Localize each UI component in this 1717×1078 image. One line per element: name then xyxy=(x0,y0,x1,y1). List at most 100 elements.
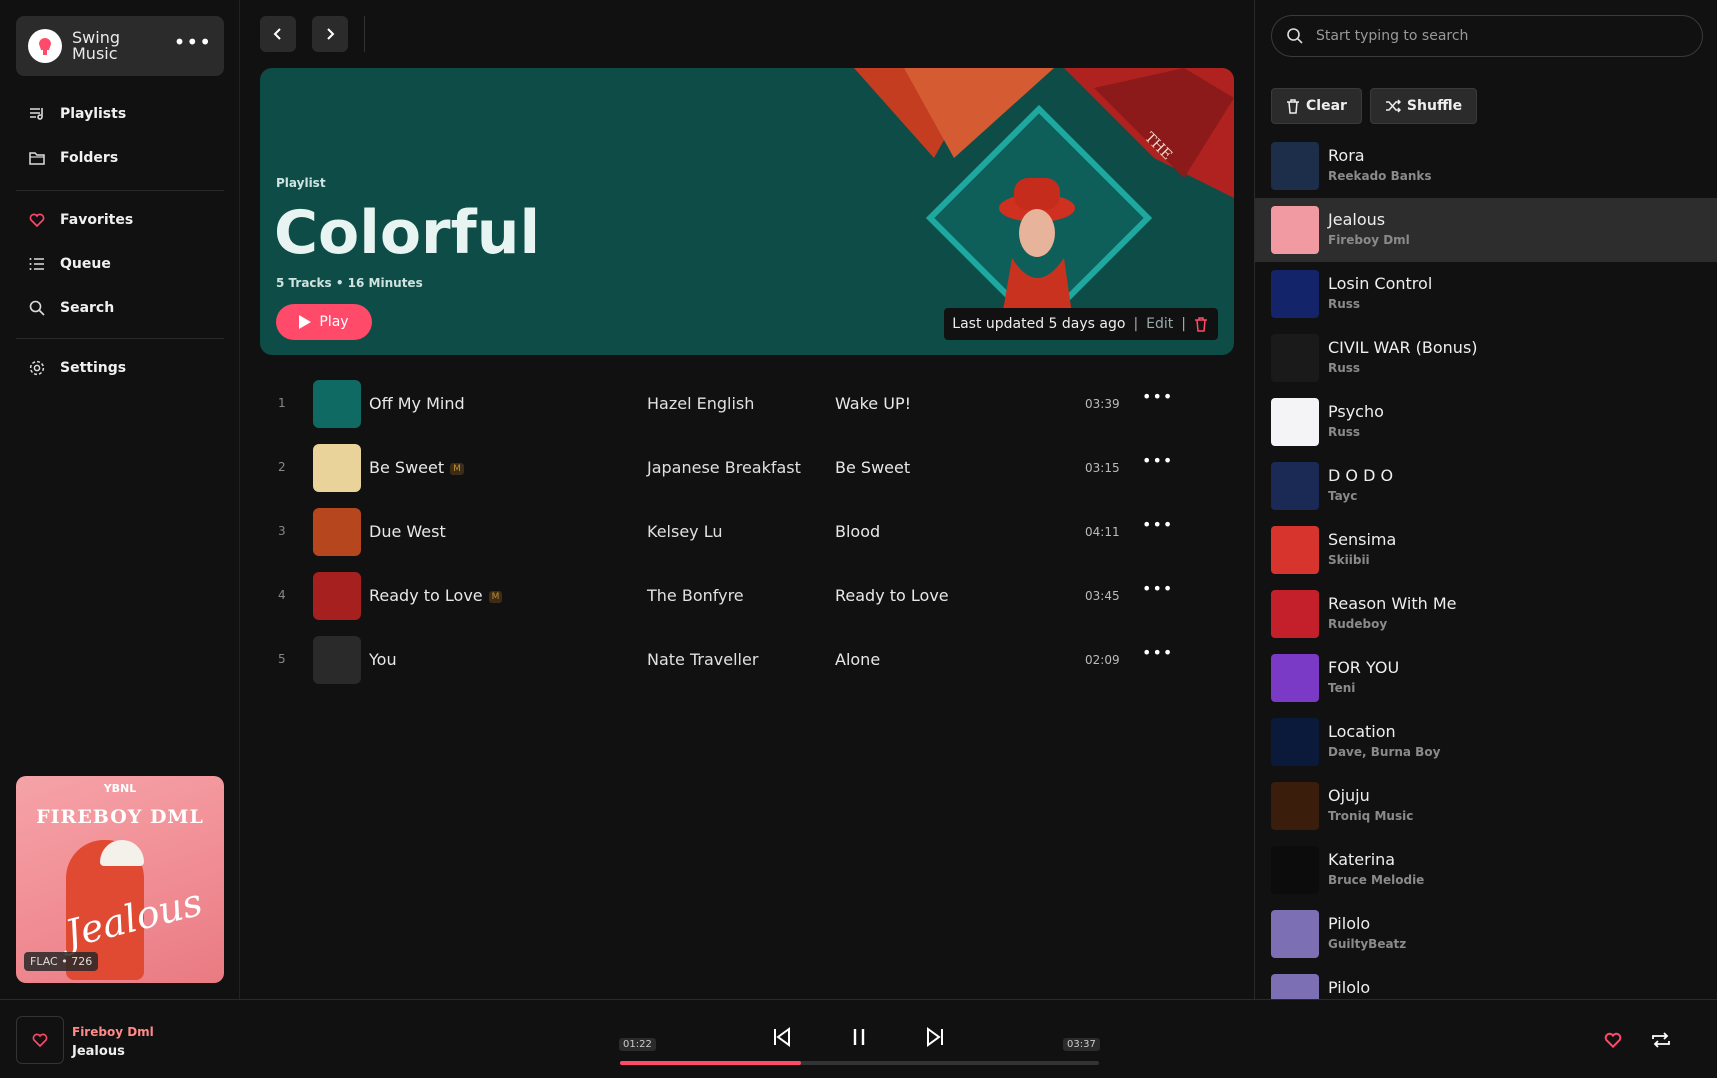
track-album[interactable]: Be Sweet xyxy=(835,458,910,477)
trash-icon[interactable] xyxy=(1194,316,1208,332)
track-album[interactable]: Ready to Love xyxy=(835,586,949,605)
queue-artist: Russ xyxy=(1328,297,1361,311)
now-playing-artwork[interactable]: YBNL FIREBOY DML Jealous FLAC • 726 xyxy=(16,776,224,983)
favorite-button[interactable] xyxy=(16,1016,64,1064)
queue-item[interactable]: Pilolo xyxy=(1255,966,1717,999)
queue-item[interactable]: Katerina Bruce Melodie xyxy=(1255,838,1717,902)
queue-thumbnail xyxy=(1271,270,1319,318)
divider xyxy=(16,338,224,339)
settings-icon xyxy=(29,360,45,376)
track-title[interactable]: Due West xyxy=(369,522,446,541)
queue-item[interactable]: Psycho Russ xyxy=(1255,390,1717,454)
brand-card[interactable]: Swing Music ••• xyxy=(16,16,224,76)
search-icon xyxy=(1287,28,1303,44)
track-album[interactable]: Blood xyxy=(835,522,880,541)
progress-fill xyxy=(620,1061,802,1065)
search-input[interactable] xyxy=(1316,28,1676,44)
progress-slider[interactable] xyxy=(620,1061,1099,1065)
track-artist[interactable]: The Bonfyre xyxy=(647,586,744,605)
repeat-icon[interactable] xyxy=(1650,1030,1672,1054)
pause-button[interactable] xyxy=(844,1022,874,1052)
queue-item[interactable]: Sensima Skiibii xyxy=(1255,518,1717,582)
track-artist[interactable]: Hazel English xyxy=(647,394,754,413)
previous-button[interactable] xyxy=(767,1022,797,1052)
sidebar-item-playlists[interactable]: Playlists xyxy=(16,92,224,136)
queue-title: FOR YOU xyxy=(1328,658,1400,677)
queue-artist: Skiibii xyxy=(1328,553,1370,567)
sidebar-item-label: Settings xyxy=(60,360,127,376)
queue-panel: Clear Shuffle Rora Reekado Banks Jealous Fi… xyxy=(1254,0,1717,999)
divider xyxy=(364,16,365,52)
track-title[interactable]: Off My Mind xyxy=(369,394,465,413)
sidebar-item-search[interactable]: Search xyxy=(16,286,224,330)
folders-icon xyxy=(29,152,45,165)
queue-item[interactable]: Jealous Fireboy Dml xyxy=(1255,198,1717,262)
queue-item[interactable]: Rora Reekado Banks xyxy=(1255,134,1717,198)
track-thumbnail xyxy=(313,380,361,428)
shuffle-button[interactable]: Shuffle xyxy=(1369,88,1478,124)
track-row[interactable]: 1 Off My Mind Hazel English Wake UP! 03:39 ••… xyxy=(260,372,1234,436)
search-bar xyxy=(1271,15,1703,57)
history-nav xyxy=(260,16,365,52)
queue-item[interactable]: Reason With Me Rudeboy xyxy=(1255,582,1717,646)
track-artist[interactable]: Japanese Breakfast xyxy=(647,458,801,477)
format-badge: FLAC • 726 xyxy=(24,952,99,971)
queue-thumbnail xyxy=(1271,590,1319,638)
track-title[interactable]: You xyxy=(369,650,397,669)
sidebar-item-queue[interactable]: Queue xyxy=(16,242,224,286)
now-playing-artist[interactable]: Fireboy Dml xyxy=(72,1025,154,1039)
sidebar-item-settings[interactable]: Settings xyxy=(16,346,224,390)
back-button[interactable] xyxy=(260,16,296,52)
more-icon[interactable]: ••• xyxy=(1142,517,1173,533)
separator: | xyxy=(1133,316,1139,332)
queue-title: D O D O xyxy=(1328,466,1394,485)
track-title[interactable]: Be Sweet M xyxy=(369,458,464,477)
more-icon[interactable]: ••• xyxy=(174,32,212,55)
queue-item[interactable]: Location Dave, Burna Boy xyxy=(1255,710,1717,774)
track-duration: 04:11 xyxy=(1085,525,1120,539)
track-row[interactable]: 3 Due West Kelsey Lu Blood 04:11 ••• xyxy=(260,500,1234,564)
track-album[interactable]: Wake UP! xyxy=(835,394,911,413)
queue-item[interactable]: CIVIL WAR (Bonus) Russ xyxy=(1255,326,1717,390)
track-album[interactable]: Alone xyxy=(835,650,880,669)
shuffle-icon xyxy=(1385,99,1401,113)
play-button[interactable]: Play xyxy=(276,304,372,340)
queue-title: Location xyxy=(1328,722,1396,741)
track-title-text: Be Sweet xyxy=(369,458,445,477)
play-icon xyxy=(299,315,312,329)
track-artist[interactable]: Nate Traveller xyxy=(647,650,758,669)
queue-item[interactable]: Ojuju Troniq Music xyxy=(1255,774,1717,838)
more-icon[interactable]: ••• xyxy=(1142,453,1173,469)
next-button[interactable] xyxy=(920,1022,950,1052)
queue-item[interactable]: Pilolo GuiltyBeatz xyxy=(1255,902,1717,966)
last-updated-text: Last updated 5 days ago xyxy=(952,316,1126,332)
track-row[interactable]: 4 Ready to Love M The Bonfyre Ready to Love 0… xyxy=(260,564,1234,628)
track-artist[interactable]: Kelsey Lu xyxy=(647,522,723,541)
more-icon[interactable]: ••• xyxy=(1142,389,1173,405)
heart-icon[interactable] xyxy=(1603,1030,1623,1054)
more-icon[interactable]: ••• xyxy=(1142,581,1173,597)
queue-item[interactable]: Losin Control Russ xyxy=(1255,262,1717,326)
clear-queue-button[interactable]: Clear xyxy=(1271,88,1362,124)
queue-thumbnail xyxy=(1271,782,1319,830)
queue-list: Rora Reekado Banks Jealous Fireboy Dml Losin… xyxy=(1255,134,1717,999)
track-row[interactable]: 5 You Nate Traveller Alone 02:09 ••• xyxy=(260,628,1234,692)
more-icon[interactable]: ••• xyxy=(1142,645,1173,661)
queue-thumbnail xyxy=(1271,142,1319,190)
queue-artist: Russ xyxy=(1328,361,1361,375)
queue-item[interactable]: D O D O Tayc xyxy=(1255,454,1717,518)
track-thumbnail xyxy=(313,636,361,684)
queue-artist: GuiltyBeatz xyxy=(1328,937,1407,951)
track-duration: 03:39 xyxy=(1085,397,1120,411)
track-row[interactable]: 2 Be Sweet M Japanese Breakfast Be Sweet 03:1… xyxy=(260,436,1234,500)
queue-item[interactable]: FOR YOU Teni xyxy=(1255,646,1717,710)
track-title[interactable]: Ready to Love M xyxy=(369,586,503,605)
sidebar-item-favorites[interactable]: Favorites xyxy=(16,198,224,242)
edit-link[interactable]: Edit xyxy=(1146,316,1173,332)
track-number: 3 xyxy=(278,524,286,538)
sidebar-item-folders[interactable]: Folders xyxy=(16,136,224,180)
now-playing-title[interactable]: Jealous xyxy=(72,1044,125,1059)
playlist-type-label: Playlist xyxy=(276,176,326,190)
queue-thumbnail xyxy=(1271,526,1319,574)
forward-button[interactable] xyxy=(312,16,348,52)
